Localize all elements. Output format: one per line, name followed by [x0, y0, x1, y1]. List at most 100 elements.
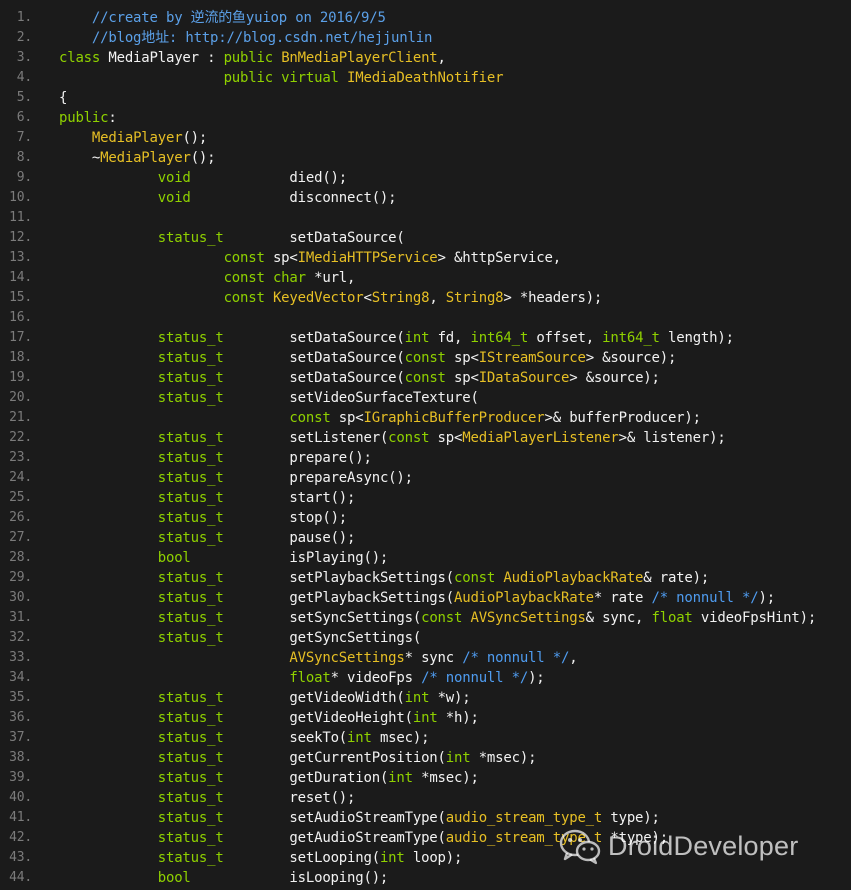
code-line[interactable]: 13. const sp<IMediaHTTPService> &httpSer…: [0, 248, 851, 268]
code-content: status_t setVideoSurfaceTexture(: [59, 388, 479, 408]
code-line[interactable]: 22. status_t setListener(const sp<MediaP…: [0, 428, 851, 448]
code-line[interactable]: 31. status_t setSyncSettings(const AVSyn…: [0, 608, 851, 628]
code-line[interactable]: 40. status_t reset();: [0, 788, 851, 808]
code-line[interactable]: 35. status_t getVideoWidth(int *w);: [0, 688, 851, 708]
code-text: > &source);: [585, 350, 677, 366]
line-number: 24.: [9, 470, 32, 485]
code-line[interactable]: 28. bool isPlaying();: [0, 548, 851, 568]
keyword-token: public: [223, 50, 282, 66]
code-text: & rate);: [643, 570, 710, 586]
code-line[interactable]: 11.: [0, 208, 851, 228]
code-line[interactable]: 39. status_t getDuration(int *msec);: [0, 768, 851, 788]
code-text: stop();: [223, 510, 348, 526]
code-text: setLooping(: [223, 850, 380, 866]
code-content: MediaPlayer();: [59, 128, 207, 148]
code-content: const KeyedVector<String8, String8> *hea…: [59, 288, 603, 308]
code-content: status_t setListener(const sp<MediaPlaye…: [59, 428, 726, 448]
code-text: msec);: [379, 730, 430, 746]
code-line[interactable]: 36. status_t getVideoHeight(int *h);: [0, 708, 851, 728]
code-line[interactable]: 1. //create by 逆流的鱼yuiop on 2016/9/5: [0, 8, 851, 28]
code-line[interactable]: 12. status_t setDataSource(: [0, 228, 851, 248]
code-line[interactable]: 20. status_t setVideoSurfaceTexture(: [0, 388, 851, 408]
code-text: prepareAsync();: [223, 470, 413, 486]
line-number: 19.: [9, 370, 32, 385]
code-line[interactable]: 27. status_t pause();: [0, 528, 851, 548]
code-line[interactable]: 32. status_t getSyncSettings(: [0, 628, 851, 648]
code-line[interactable]: 5. {: [0, 88, 851, 108]
code-line[interactable]: 30. status_t getPlaybackSettings(AudioPl…: [0, 588, 851, 608]
code-line[interactable]: 7. MediaPlayer();: [0, 128, 851, 148]
code-line[interactable]: 24. status_t prepareAsync();: [0, 468, 851, 488]
code-line[interactable]: 3. class MediaPlayer : public BnMediaPlay…: [0, 48, 851, 68]
code-line[interactable]: 33. AVSyncSettings* sync /* nonnull */,: [0, 648, 851, 668]
code-content: status_t setAudioStreamType(audio_stream…: [59, 808, 660, 828]
line-number: 6.: [16, 110, 32, 125]
code-content: status_t setDataSource(int fd, int64_t o…: [59, 328, 734, 348]
inline-comment-token: /* nonnull */: [651, 590, 759, 606]
code-line[interactable]: 21. const sp<IGraphicBufferProducer>& bu…: [0, 408, 851, 428]
code-text: *msec);: [421, 770, 479, 786]
code-line[interactable]: 4. public virtual IMediaDeathNotifier: [0, 68, 851, 88]
code-area[interactable]: 1. //create by 逆流的鱼yuiop on 2016/9/5 2. /…: [0, 8, 851, 888]
keyword-token: int: [347, 730, 380, 746]
code-text: sp<: [338, 410, 364, 426]
code-line[interactable]: 17. status_t setDataSource(int fd, int64…: [0, 328, 851, 348]
code-line[interactable]: 34. float* videoFps /* nonnull */);: [0, 668, 851, 688]
type-name-token: IMediaDeathNotifier: [347, 70, 504, 86]
line-number: 2.: [16, 30, 32, 45]
keyword-token: status_t: [157, 470, 224, 486]
code-content: status_t getDuration(int *msec);: [59, 768, 479, 788]
code-editor[interactable]: 1. //create by 逆流的鱼yuiop on 2016/9/5 2. /…: [0, 0, 851, 890]
wechat-icon: [559, 829, 601, 865]
code-text: getPlaybackSettings(: [223, 590, 454, 606]
comment-token: //blog地址: http://blog.csdn.net/hejjunlin: [59, 30, 433, 46]
code-text: ,: [429, 290, 446, 306]
code-line[interactable]: 8. ~MediaPlayer();: [0, 148, 851, 168]
code-line[interactable]: 6. public:: [0, 108, 851, 128]
code-line[interactable]: 2. //blog地址: http://blog.csdn.net/hejjun…: [0, 28, 851, 48]
code-line[interactable]: 9. void died();: [0, 168, 851, 188]
line-number: 30.: [9, 590, 32, 605]
code-line[interactable]: 29. status_t setPlaybackSettings(const A…: [0, 568, 851, 588]
type-name-token: AVSyncSettings: [289, 650, 405, 666]
code-line[interactable]: 37. status_t seekTo(int msec);: [0, 728, 851, 748]
code-text: > &source);: [569, 370, 660, 386]
keyword-token: const: [223, 250, 273, 266]
code-line[interactable]: 15. const KeyedVector<String8, String8> …: [0, 288, 851, 308]
code-line[interactable]: 25. status_t start();: [0, 488, 851, 508]
line-number: 5.: [16, 90, 32, 105]
code-line[interactable]: 26. status_t stop();: [0, 508, 851, 528]
code-line[interactable]: 41. status_t setAudioStreamType(audio_st…: [0, 808, 851, 828]
code-line[interactable]: 14. const char *url,: [0, 268, 851, 288]
code-text: isPlaying();: [190, 550, 389, 566]
code-line[interactable]: 10. void disconnect();: [0, 188, 851, 208]
keyword-token: status_t: [157, 710, 224, 726]
code-line[interactable]: 19. status_t setDataSource(const sp<IDat…: [0, 368, 851, 388]
line-number: 9.: [16, 170, 32, 185]
type-name-token: BnMediaPlayerClient: [281, 50, 438, 66]
code-text: getCurrentPosition(: [223, 750, 446, 766]
code-line[interactable]: 38. status_t getCurrentPosition(int *mse…: [0, 748, 851, 768]
line-number: 17.: [9, 330, 32, 345]
code-text: died();: [190, 170, 348, 186]
code-text: setAudioStreamType(: [223, 810, 446, 826]
code-line[interactable]: 44. bool isLooping();: [0, 868, 851, 888]
code-line[interactable]: 23. status_t prepare();: [0, 448, 851, 468]
code-text: getVideoHeight(: [223, 710, 413, 726]
watermark-text: DroidDeveloper: [608, 830, 799, 861]
code-text: getVideoWidth(: [223, 690, 405, 706]
code-line[interactable]: 16.: [0, 308, 851, 328]
code-line[interactable]: 18. status_t setDataSource(const sp<IStr…: [0, 348, 851, 368]
keyword-token: int: [388, 770, 422, 786]
